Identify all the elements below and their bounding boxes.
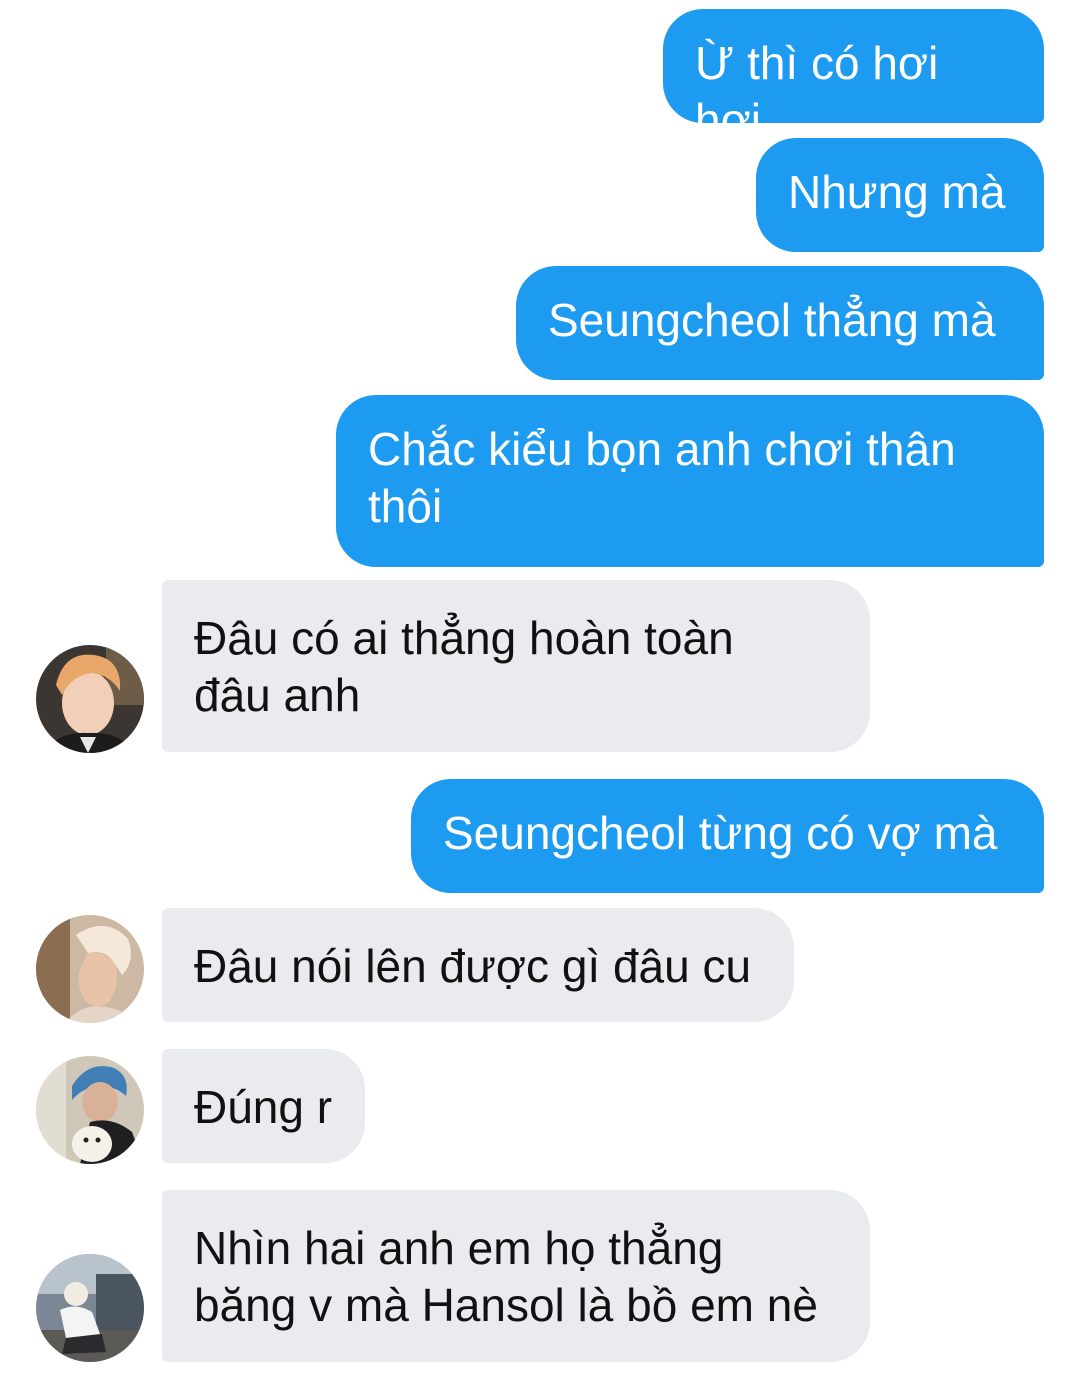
message-bubble-outgoing[interactable]: Seungcheol từng có vợ mà [411,779,1044,893]
message-bubble-outgoing[interactable]: Seungcheol thẳng mà [516,266,1044,380]
avatar-blue-hair-puppy-icon [36,1056,144,1164]
avatar-crouching-outdoor-icon [36,1254,144,1362]
message-bubble-incoming[interactable]: Đúng r [162,1049,365,1163]
sender-avatar[interactable] [36,1056,144,1164]
message-bubble-incoming[interactable]: Đâu có ai thẳng hoàn toàn đâu anh [162,580,870,752]
message-bubble-outgoing[interactable]: Nhưng mà [756,138,1044,252]
avatar-light-hair-profile-icon [36,915,144,1023]
sender-avatar[interactable] [36,1254,144,1362]
avatar-blonde-suit-icon [36,645,144,753]
message-bubble-outgoing[interactable]: Ừ thì có hơi hơi [663,9,1044,146]
message-bubble-outgoing[interactable]: Chắc kiểu bọn anh chơi thân thôi [336,395,1044,567]
message-bubble-incoming[interactable]: Nhìn hai anh em họ thẳng băng v mà Hanso… [162,1190,870,1362]
sender-avatar[interactable] [36,915,144,1023]
message-bubble-incoming[interactable]: Đâu nói lên được gì đâu cu [162,908,794,1022]
sender-avatar[interactable] [36,645,144,753]
